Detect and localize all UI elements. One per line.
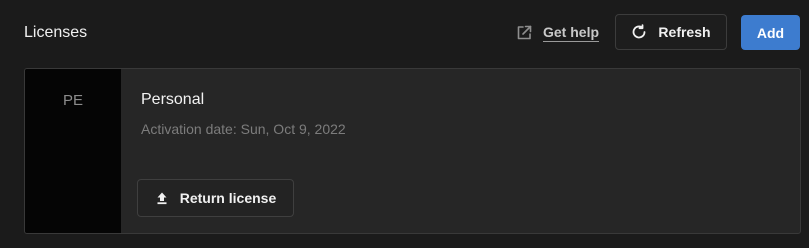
get-help-link[interactable]: Get help bbox=[515, 22, 600, 44]
return-license-button[interactable]: Return license bbox=[137, 179, 294, 217]
licenses-page: Licenses Get help Refresh Add PE Persona… bbox=[0, 0, 809, 248]
add-label: Add bbox=[756, 24, 785, 41]
refresh-label: Refresh bbox=[658, 24, 711, 40]
license-badge: PE bbox=[25, 69, 121, 233]
activation-date: Activation date: Sun, Oct 9, 2022 bbox=[141, 121, 346, 137]
refresh-icon bbox=[631, 24, 647, 40]
external-link-icon bbox=[515, 24, 533, 42]
license-card: PE Personal Activation date: Sun, Oct 9,… bbox=[24, 68, 801, 234]
refresh-button[interactable]: Refresh bbox=[615, 14, 727, 50]
return-license-label: Return license bbox=[179, 190, 277, 206]
license-abbreviation: PE bbox=[62, 92, 83, 109]
get-help-label: Get help bbox=[543, 24, 600, 42]
upload-arrow-icon bbox=[155, 191, 169, 205]
page-title: Licenses bbox=[24, 24, 88, 41]
add-button[interactable]: Add bbox=[741, 15, 800, 50]
license-name: Personal bbox=[141, 91, 205, 108]
